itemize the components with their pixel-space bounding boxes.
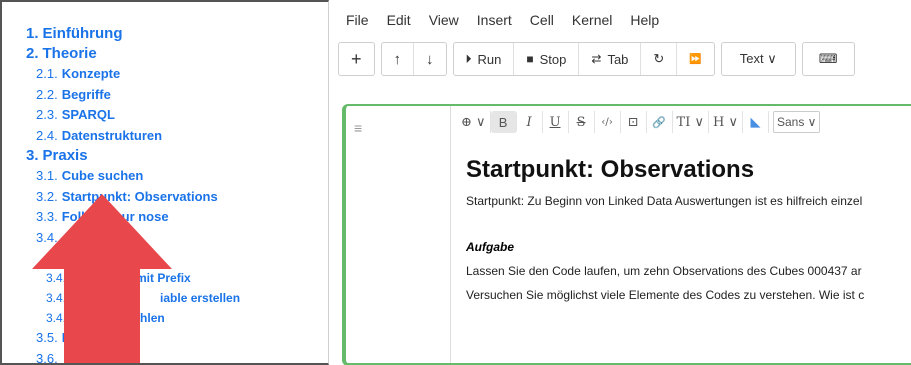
toc-item[interactable]: 2.1. Konzepte: [26, 64, 240, 85]
notebook-main: File Edit View Insert Cell Kernel Help +…: [330, 0, 911, 365]
task-paragraph-1: Lassen Sie den Code laufen, um zehn Obse…: [466, 264, 862, 278]
intro-paragraph: Startpunkt: Zu Beginn von Linked Data Au…: [466, 194, 863, 208]
toc-label: Begriffe: [61, 86, 111, 102]
bold-button[interactable]: B: [490, 111, 517, 133]
drag-handle-icon[interactable]: ≡: [354, 120, 362, 136]
toc-label: Datenstrukturen: [61, 127, 163, 143]
strikethrough-button[interactable]: S: [569, 111, 595, 133]
fast-forward-button[interactable]: ⏩: [677, 43, 713, 75]
move-up-button[interactable]: ↑: [382, 43, 415, 75]
stop-icon: ■: [526, 52, 534, 66]
insert-menu-button[interactable]: ⊕ ∨: [457, 111, 491, 133]
toc-label: Praxis: [42, 147, 88, 164]
cell-content: Startpunkt: Observations Startpunkt: Zu …: [466, 156, 911, 302]
toc-number: 1.: [26, 25, 39, 42]
move-down-button[interactable]: ↓: [414, 43, 446, 75]
move-group: ↑ ↓: [380, 42, 447, 76]
menu-view[interactable]: View: [429, 12, 459, 28]
menu-help[interactable]: Help: [630, 12, 659, 28]
color-icon[interactable]: ◣: [743, 111, 769, 133]
toc-number: 2.: [26, 45, 39, 62]
toolbar: + ↑ ↓ ⏵ Run ■ Stop ⇄ Tab ↻ ⏩ Text ∨ ⌨: [338, 42, 855, 76]
add-group: +: [338, 42, 375, 76]
tab-label: Tab: [607, 51, 629, 67]
run-icon: ⏵: [465, 51, 472, 66]
terminal-icon[interactable]: ⊡: [621, 111, 647, 133]
heading-dropdown[interactable]: H ∨: [709, 111, 743, 133]
underline-button[interactable]: U: [543, 111, 569, 133]
italic-button[interactable]: I: [517, 111, 543, 133]
run-label: Run: [477, 51, 502, 67]
menu-bar: File Edit View Insert Cell Kernel Help: [330, 0, 911, 40]
celltype-group: Text ∨: [720, 42, 796, 76]
toc-number: 2.3.: [36, 107, 58, 122]
run-group: ⏵ Run ■ Stop ⇄ Tab ↻ ⏩: [452, 42, 715, 76]
toc-number: 3.: [26, 147, 39, 164]
menu-insert[interactable]: Insert: [477, 12, 512, 28]
format-toolbar: ⊕ ∨ B I U S ‹/› ⊡ 🔗 TI ∨ H ∨ ◣ Sans ∨: [451, 110, 821, 134]
toc-label: Einführung: [42, 25, 123, 42]
code-button[interactable]: ‹/›: [595, 111, 621, 133]
toc-item[interactable]: 1. Einführung: [26, 24, 240, 44]
markdown-cell[interactable]: ≡ ⊕ ∨ B I U S ‹/› ⊡ 🔗 TI ∨ H ∨ ◣ Sans ∨ …: [342, 104, 911, 365]
toc-label: Theorie: [42, 45, 97, 62]
up-arrow-annotation: [32, 194, 172, 363]
menu-cell[interactable]: Cell: [530, 12, 554, 28]
stop-label: Stop: [539, 51, 567, 67]
toc-number: 2.1.: [36, 66, 58, 81]
font-dropdown[interactable]: Sans ∨: [773, 111, 821, 133]
text-size-dropdown[interactable]: TI ∨: [673, 111, 710, 133]
toc-item[interactable]: 3.1. Cube suchen: [26, 166, 240, 187]
tab-button[interactable]: ⇄ Tab: [579, 43, 642, 75]
cell-gutter: ≡: [346, 106, 450, 363]
keyboard-group: ⌨: [801, 42, 855, 76]
run-button[interactable]: ⏵ Run: [454, 43, 515, 75]
stop-button[interactable]: ■ Stop: [514, 43, 580, 75]
toc-item[interactable]: 3. Praxis: [26, 146, 240, 166]
toc-label: Cube suchen: [61, 168, 144, 183]
menu-edit[interactable]: Edit: [387, 12, 411, 28]
toc-sidebar: 1. Einführung 2. Theorie 2.1. Konzepte 2.2.…: [0, 0, 329, 365]
toc-item[interactable]: 2.4. Datenstrukturen: [26, 126, 240, 147]
toc-label: Konzepte: [61, 66, 121, 81]
task-label: Aufgabe: [466, 240, 514, 254]
toc-item[interactable]: 2. Theorie: [26, 44, 240, 64]
toc-item[interactable]: 2.3. SPARQL: [26, 105, 240, 126]
link-icon[interactable]: 🔗: [647, 111, 673, 133]
toc-number: 2.2.: [36, 86, 58, 102]
menu-kernel[interactable]: Kernel: [572, 12, 612, 28]
tab-icon: ⇄: [591, 52, 602, 66]
toc-number: 2.4.: [36, 127, 58, 143]
restart-button[interactable]: ↻: [641, 43, 678, 75]
cell-editor[interactable]: ⊕ ∨ B I U S ‹/› ⊡ 🔗 TI ∨ H ∨ ◣ Sans ∨ St…: [450, 106, 911, 363]
toc-item[interactable]: 2.2. Begriffe: [26, 85, 240, 106]
cell-type-dropdown[interactable]: Text ∨: [722, 43, 795, 75]
toc-label: SPARQL: [61, 107, 115, 122]
toc-number: 3.1.: [36, 168, 58, 183]
menu-file[interactable]: File: [346, 12, 369, 28]
cell-heading: Startpunkt: Observations: [466, 156, 755, 183]
task-paragraph-2: Versuchen Sie möglichst viele Elemente d…: [466, 288, 865, 302]
add-cell-button[interactable]: +: [339, 43, 374, 75]
keyboard-icon[interactable]: ⌨: [803, 43, 854, 75]
